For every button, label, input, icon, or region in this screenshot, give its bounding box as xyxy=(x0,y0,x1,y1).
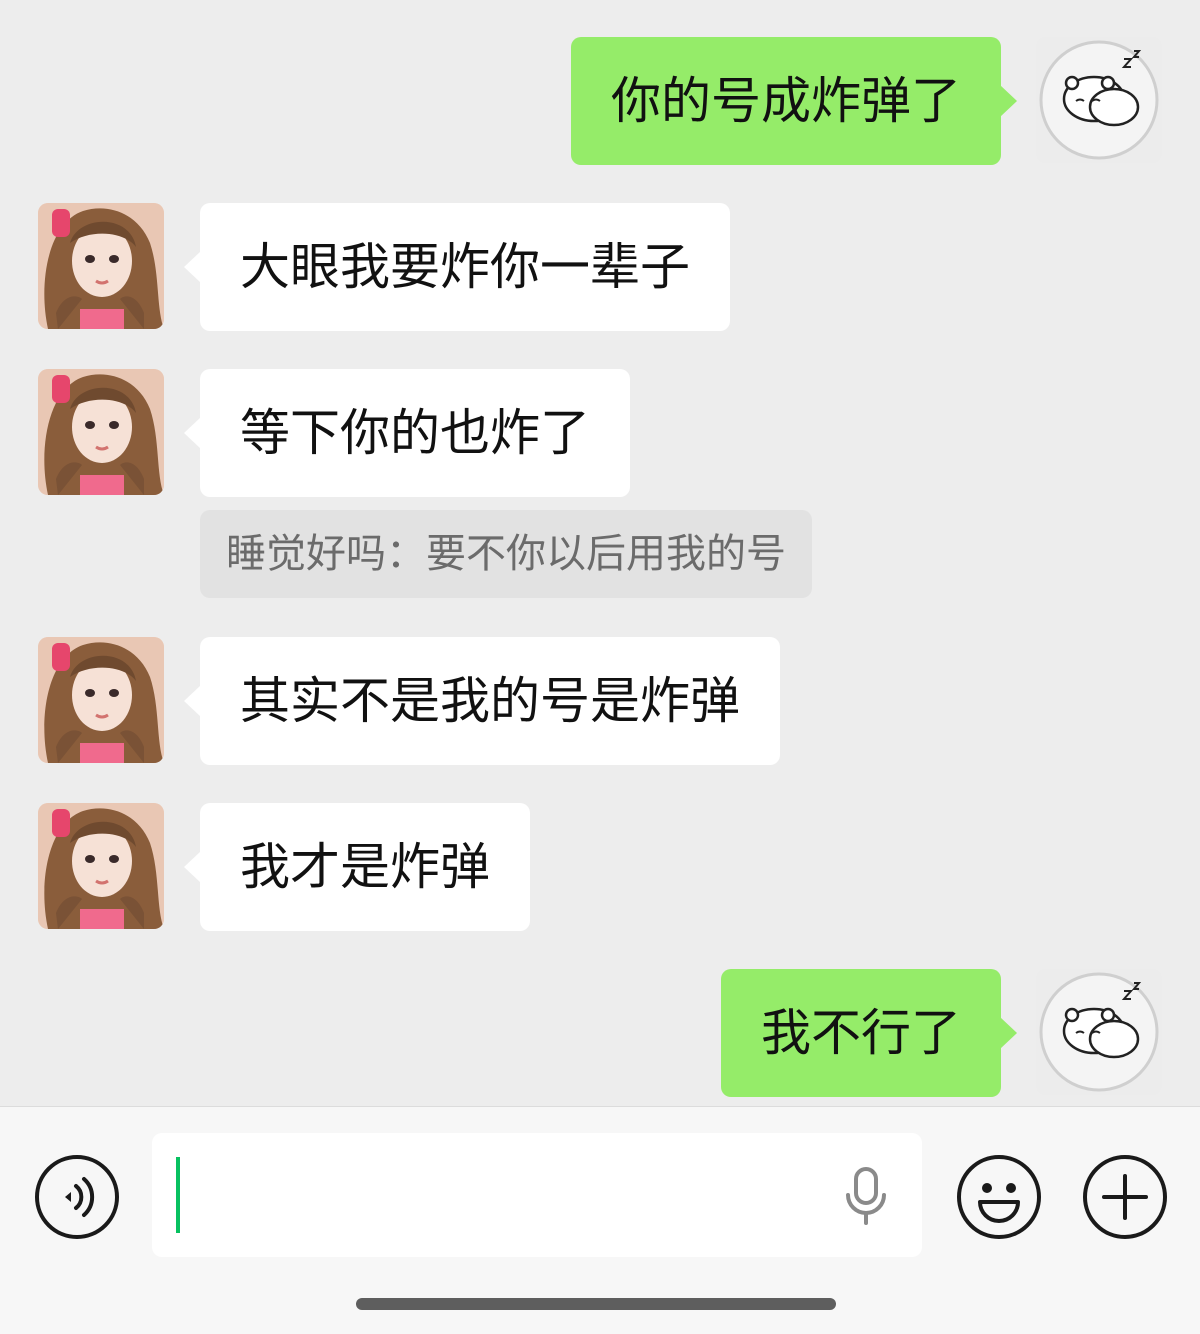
message-input[interactable] xyxy=(152,1133,922,1257)
my-avatar[interactable] xyxy=(1036,37,1162,163)
plus-icon[interactable] xyxy=(1082,1154,1168,1240)
contact-avatar[interactable] xyxy=(38,369,164,495)
microphone-icon[interactable] xyxy=(842,1167,890,1227)
message-row-outgoing: 我不行了 xyxy=(0,968,1200,1098)
home-indicator[interactable] xyxy=(356,1298,836,1310)
message-row-incoming: 其实不是我的号是炸弹 xyxy=(0,636,1200,766)
quoted-message[interactable]: 睡觉好吗：要不你以后用我的号 xyxy=(200,510,812,598)
message-row-incoming: 我才是炸弹 xyxy=(0,802,1200,932)
message-bubble[interactable]: 我才是炸弹 xyxy=(184,803,530,931)
chat-message-list[interactable]: 你的号成炸弹了 大眼我要炸你一辈子 等下你的也炸了 睡觉好吗：要不你以后用我的号… xyxy=(0,0,1200,1106)
text-caret xyxy=(176,1157,180,1233)
message-bubble[interactable]: 我不行了 xyxy=(721,969,1017,1097)
message-bubble[interactable]: 大眼我要炸你一辈子 xyxy=(184,203,730,331)
my-avatar[interactable] xyxy=(1036,969,1162,1095)
contact-avatar[interactable] xyxy=(38,803,164,929)
message-bubble[interactable]: 你的号成炸弹了 xyxy=(571,37,1017,165)
message-row-incoming: 等下你的也炸了 xyxy=(0,368,1200,498)
contact-avatar[interactable] xyxy=(38,637,164,763)
message-row-outgoing: 你的号成炸弹了 xyxy=(0,36,1200,166)
message-row-incoming: 大眼我要炸你一辈子 xyxy=(0,202,1200,332)
voice-toggle-icon[interactable] xyxy=(34,1154,120,1240)
contact-avatar[interactable] xyxy=(38,203,164,329)
message-bubble[interactable]: 等下你的也炸了 xyxy=(184,369,630,497)
emoji-icon[interactable] xyxy=(956,1154,1042,1240)
message-bubble[interactable]: 其实不是我的号是炸弹 xyxy=(184,637,780,765)
